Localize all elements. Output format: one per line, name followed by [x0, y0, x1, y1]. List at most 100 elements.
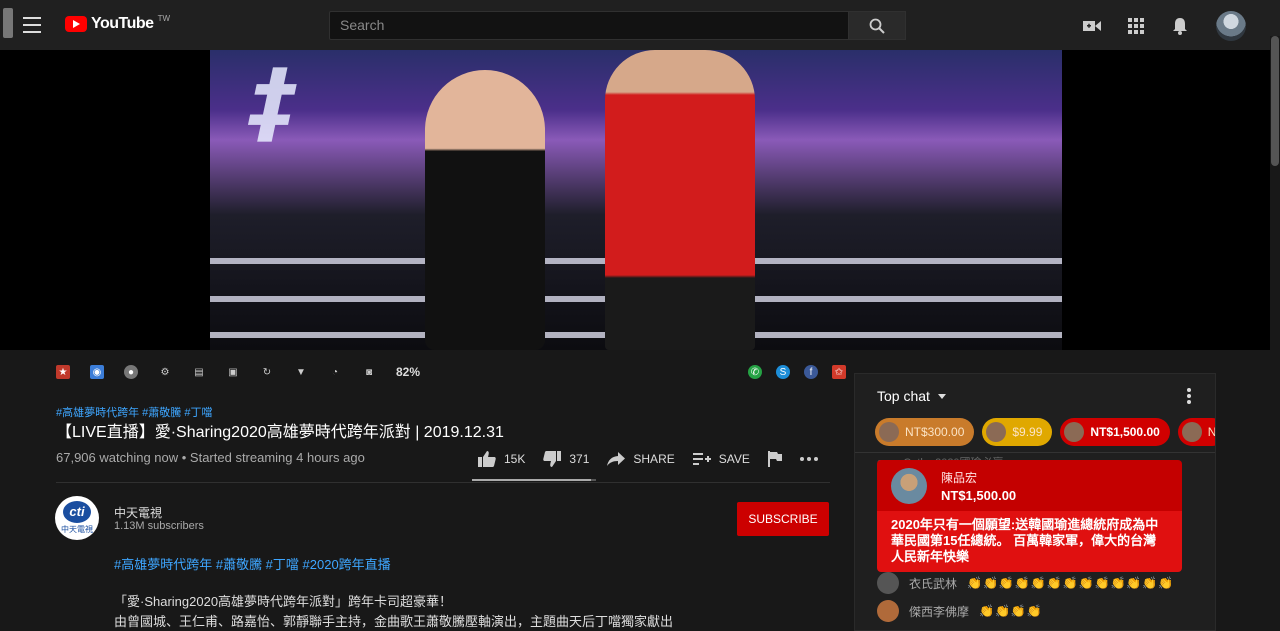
superchat-amount: NT$1,500.00	[941, 487, 1017, 503]
sentiment-bar-fill	[472, 479, 592, 481]
star-share-icon[interactable]: ✩	[832, 365, 846, 379]
sentiment-bar	[472, 479, 596, 481]
ticker-amount: NT$300.00	[905, 425, 965, 439]
extension-toolbar: ★ ◉ ● ⚙ ▤ ▣ ↻ ▼ ◔ ◙ 82% ✆ S f ✩	[56, 360, 846, 384]
ticker-divider	[855, 452, 1215, 453]
chat-message: 衣氏武林 👏👏👏👏👏👏👏👏👏👏👏👏👏	[877, 572, 1174, 594]
chat-author[interactable]: 傑西李佛摩	[909, 603, 969, 620]
description-hashtags[interactable]: #高雄夢時代跨年 #蕭敬騰 #丁噹 #2020跨年直播	[114, 554, 391, 573]
chat-text: 👏👏👏👏👏👏👏👏👏👏👏👏👏	[967, 576, 1175, 590]
search-input[interactable]: Search	[329, 11, 849, 40]
filter-icon[interactable]: ▼	[294, 365, 308, 379]
search-icon	[869, 18, 885, 34]
share-arrow-icon	[607, 452, 626, 466]
dislike-button[interactable]: 371	[543, 451, 589, 467]
chat-more-button[interactable]	[1187, 388, 1191, 404]
browser-tab-strip	[3, 8, 13, 38]
add-to-playlist-icon	[692, 453, 711, 465]
host-man-figure	[605, 50, 755, 350]
ticker-item[interactable]: N	[1177, 418, 1216, 446]
chat-message: 傑西李佛摩 👏👏👏👏	[877, 600, 1043, 622]
chat-title: Top chat	[877, 388, 930, 404]
superchat-card[interactable]: 陳品宏 NT$1,500.00 2020年只有一個願望:送韓國瑜進總統府成為中華…	[877, 460, 1182, 572]
view-count: 67,906 watching now • Started streaming …	[56, 450, 365, 465]
ticker-amount: $9.99	[1012, 425, 1043, 439]
subscriber-count: 1.13M subscribers	[114, 520, 204, 532]
account-avatar[interactable]	[1216, 11, 1246, 41]
whatsapp-icon[interactable]: ✆	[748, 365, 762, 379]
channel-avatar-caption: 中天電視	[61, 525, 93, 534]
channel-name[interactable]: 中天電視	[114, 504, 162, 521]
channel-avatar-logo: cti	[63, 501, 91, 523]
ticker-avatar	[986, 422, 1007, 442]
ticker-avatar	[1064, 422, 1085, 442]
ticker-item[interactable]: $9.99	[982, 418, 1053, 446]
ticker-amount: NT$1,500.00	[1090, 425, 1160, 439]
user-circle-icon[interactable]: ●	[124, 365, 138, 379]
notifications-button[interactable]	[1168, 14, 1192, 38]
speed-icon[interactable]: ◔	[328, 365, 342, 379]
report-button[interactable]	[767, 451, 782, 467]
ticker-avatar	[1181, 422, 1202, 442]
video-camera-icon	[1083, 21, 1101, 31]
subscribe-button[interactable]: SUBSCRIBE	[737, 502, 829, 536]
like-count: 15K	[504, 452, 526, 466]
apps-button[interactable]	[1124, 14, 1148, 38]
facebook-icon[interactable]: f	[804, 365, 818, 379]
superchat-message: 2020年只有一個願望:送韓國瑜進總統府成為中華民國第15任總統。 百萬韓家軍，…	[877, 511, 1182, 572]
video-player[interactable]: ‡	[0, 50, 1270, 350]
save-button[interactable]: SAVE	[692, 452, 750, 466]
search-button[interactable]	[848, 11, 906, 40]
chevron-down-icon	[937, 393, 946, 399]
ticker-item[interactable]: NT$1,500.00	[1060, 418, 1170, 446]
extension-flag-icon[interactable]: ★	[56, 365, 70, 379]
ticker-avatar	[879, 422, 899, 442]
description-line: 「愛·Sharing2020高雄夢時代跨年派對」跨年卡司超豪華！	[114, 594, 453, 609]
youtube-play-icon	[65, 16, 87, 32]
ticker-item[interactable]: NT$300.00	[875, 418, 975, 446]
superchat-author: 陳品宏	[941, 470, 978, 485]
logo-region: TW	[157, 13, 170, 23]
video-actions: 15K 371 SHARE SAVE	[478, 446, 836, 472]
page-scrollbar-thumb[interactable]	[1271, 36, 1279, 166]
dislike-count: 371	[569, 452, 590, 466]
video-frame[interactable]: ‡	[210, 50, 1062, 350]
camera-icon[interactable]: ◙	[362, 365, 376, 379]
rss-icon[interactable]: ◉	[90, 365, 104, 379]
loop-icon[interactable]: ↻	[260, 365, 274, 379]
ticker-amount: N	[1207, 425, 1216, 439]
bell-icon	[1173, 18, 1187, 35]
apps-grid-icon	[1128, 18, 1144, 34]
superchat-ticker: NT$300.00 $9.99 NT$1,500.00 N	[875, 418, 1216, 448]
gear-icon[interactable]: ⚙	[158, 365, 172, 379]
chat-author[interactable]: 衣氏武林	[909, 575, 957, 592]
section-divider	[56, 482, 830, 483]
menu-button[interactable]	[17, 14, 47, 36]
thumbs-down-icon	[543, 451, 562, 467]
description-line: 由曾國城、王仁甫、路嘉怡、郭靜聯手主持，金曲歌王蕭敬騰壓軸演出，主題曲天后丁噹獨…	[114, 614, 674, 629]
chat-mode-selector[interactable]: Top chat	[855, 374, 1215, 418]
more-horizontal-icon	[799, 457, 818, 461]
save-label: SAVE	[718, 452, 750, 466]
video-title: 【LIVE直播】愛·Sharing2020高雄夢時代跨年派對 | 2019.12…	[56, 424, 504, 441]
more-actions-button[interactable]	[799, 457, 818, 461]
like-button[interactable]: 15K	[478, 451, 525, 467]
volume-percent: 82%	[396, 365, 421, 379]
chat-avatar	[877, 572, 899, 594]
skype-icon[interactable]: S	[776, 365, 790, 379]
stage-logo-graphic: ‡	[239, 50, 307, 155]
live-chat-panel: Top chat NT$300.00 $9.99 NT$1,500.00 N c…	[854, 373, 1216, 631]
share-button[interactable]: SHARE	[607, 452, 675, 466]
film-icon[interactable]: ▤	[192, 365, 206, 379]
logo-text: YouTube	[91, 15, 154, 32]
share-label: SHARE	[633, 452, 675, 466]
chat-text: 👏👏👏👏	[979, 604, 1043, 618]
flag-icon	[767, 451, 782, 467]
thumbs-up-icon	[478, 451, 496, 467]
image-icon[interactable]: ▣	[226, 365, 240, 379]
host-woman-figure	[425, 70, 545, 350]
create-video-button[interactable]	[1080, 14, 1104, 38]
youtube-logo[interactable]: YouTube TW	[65, 13, 170, 33]
masthead: YouTube TW Search	[0, 0, 1280, 50]
channel-avatar[interactable]: cti 中天電視	[55, 496, 99, 540]
